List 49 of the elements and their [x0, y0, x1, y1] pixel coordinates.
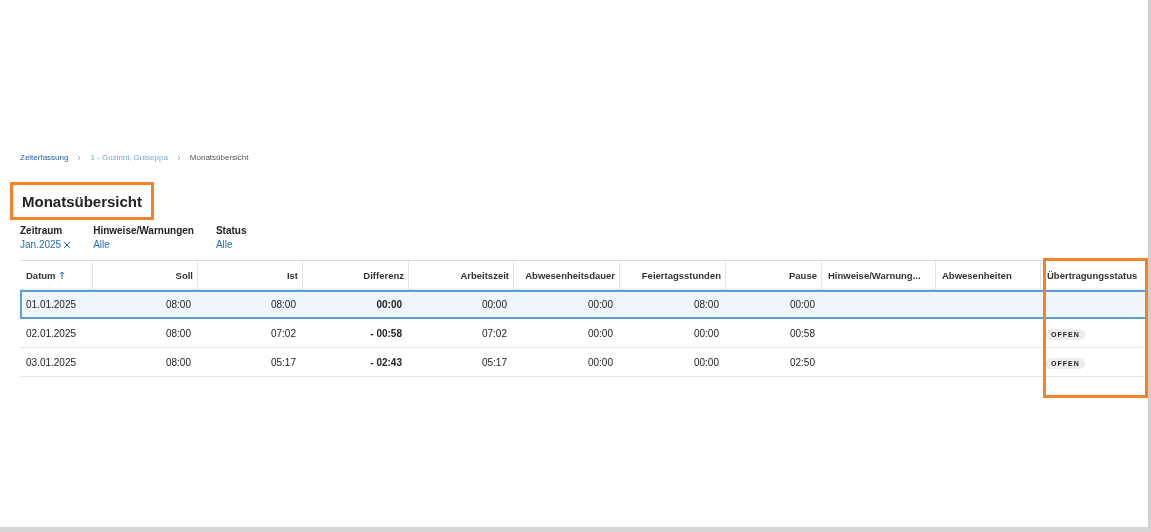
sort-up-icon [58, 271, 65, 279]
column-header[interactable]: Datum [20, 261, 92, 289]
table-cell-text: 05:17 [269, 356, 297, 368]
column-header[interactable]: Feiertagsstunden [619, 261, 725, 289]
table-cell-text: 00:00 [692, 356, 720, 368]
column-header[interactable]: Hinweise/Warnung... [821, 261, 935, 289]
table-cell-text: 01.01.2025 [25, 298, 78, 310]
breadcrumb-link[interactable]: Zeiterfassung [20, 153, 69, 162]
close-icon[interactable] [63, 240, 72, 249]
column-header[interactable]: Soll [92, 261, 197, 289]
table-cell-text: 00:00 [586, 356, 614, 368]
column-header[interactable]: Arbeitszeit [408, 261, 513, 289]
column-header[interactable]: Abwesenheitsdauer [513, 261, 619, 289]
table-cell-text: - 00:58 [369, 327, 403, 339]
filter-value-link[interactable]: Alle [93, 239, 110, 250]
filter-value-link[interactable]: Alle [215, 239, 233, 250]
table-cell-text: 00:00 [788, 298, 816, 310]
filter-label: Hinweise/Warnungen [93, 225, 194, 236]
table-cell-text: 08:00 [164, 298, 192, 310]
column-header[interactable]: Abwesenheiten [935, 261, 1040, 289]
column-header[interactable]: Übertragungsstatus [1040, 261, 1148, 289]
table-row[interactable]: 01.01.2025 08:00 08:00 00:00 00:00 00:00 08:00 00:00 [20, 290, 1148, 319]
table-cell-text: 03.01.2025 [25, 356, 78, 368]
table-cell-text: 02.01.2025 [25, 327, 78, 339]
column-header[interactable]: Pause [725, 261, 821, 289]
filter-label: Status [215, 225, 247, 236]
table-cell-text: 00:58 [788, 327, 816, 339]
table-cell-text: 00:00 [480, 298, 508, 310]
table-cell-text: 08:00 [692, 298, 720, 310]
table-cell-text: - 02:43 [369, 356, 403, 368]
table-cell-text: 02:50 [788, 356, 816, 368]
table-cell-text: 00:00 [692, 327, 720, 339]
table-cell-text: 07:02 [480, 327, 508, 339]
column-header[interactable]: Ist [197, 261, 302, 289]
column-header[interactable]: Differenz [302, 261, 408, 289]
table-cell-text: 00:00 [586, 298, 614, 310]
table-cell-text: 08:00 [164, 327, 192, 339]
page-title: Monatsübersicht [10, 182, 154, 220]
table-cell-text: 00:00 [586, 327, 614, 339]
filter-label: Zeitraum [20, 225, 64, 236]
breadcrumb-link[interactable]: Monatsübersicht [189, 153, 249, 162]
filter-value-link[interactable]: Jan.2025 [20, 239, 62, 250]
chevron-icon [76, 154, 83, 161]
table-cell-text: 08:00 [269, 298, 297, 310]
table-cell-text: 08:00 [164, 356, 192, 368]
table-cell-text: 00:00 [375, 298, 403, 310]
chevron-icon [175, 154, 182, 161]
table-cell-text: 07:02 [269, 327, 297, 339]
table-cell-text: 05:17 [480, 356, 508, 368]
